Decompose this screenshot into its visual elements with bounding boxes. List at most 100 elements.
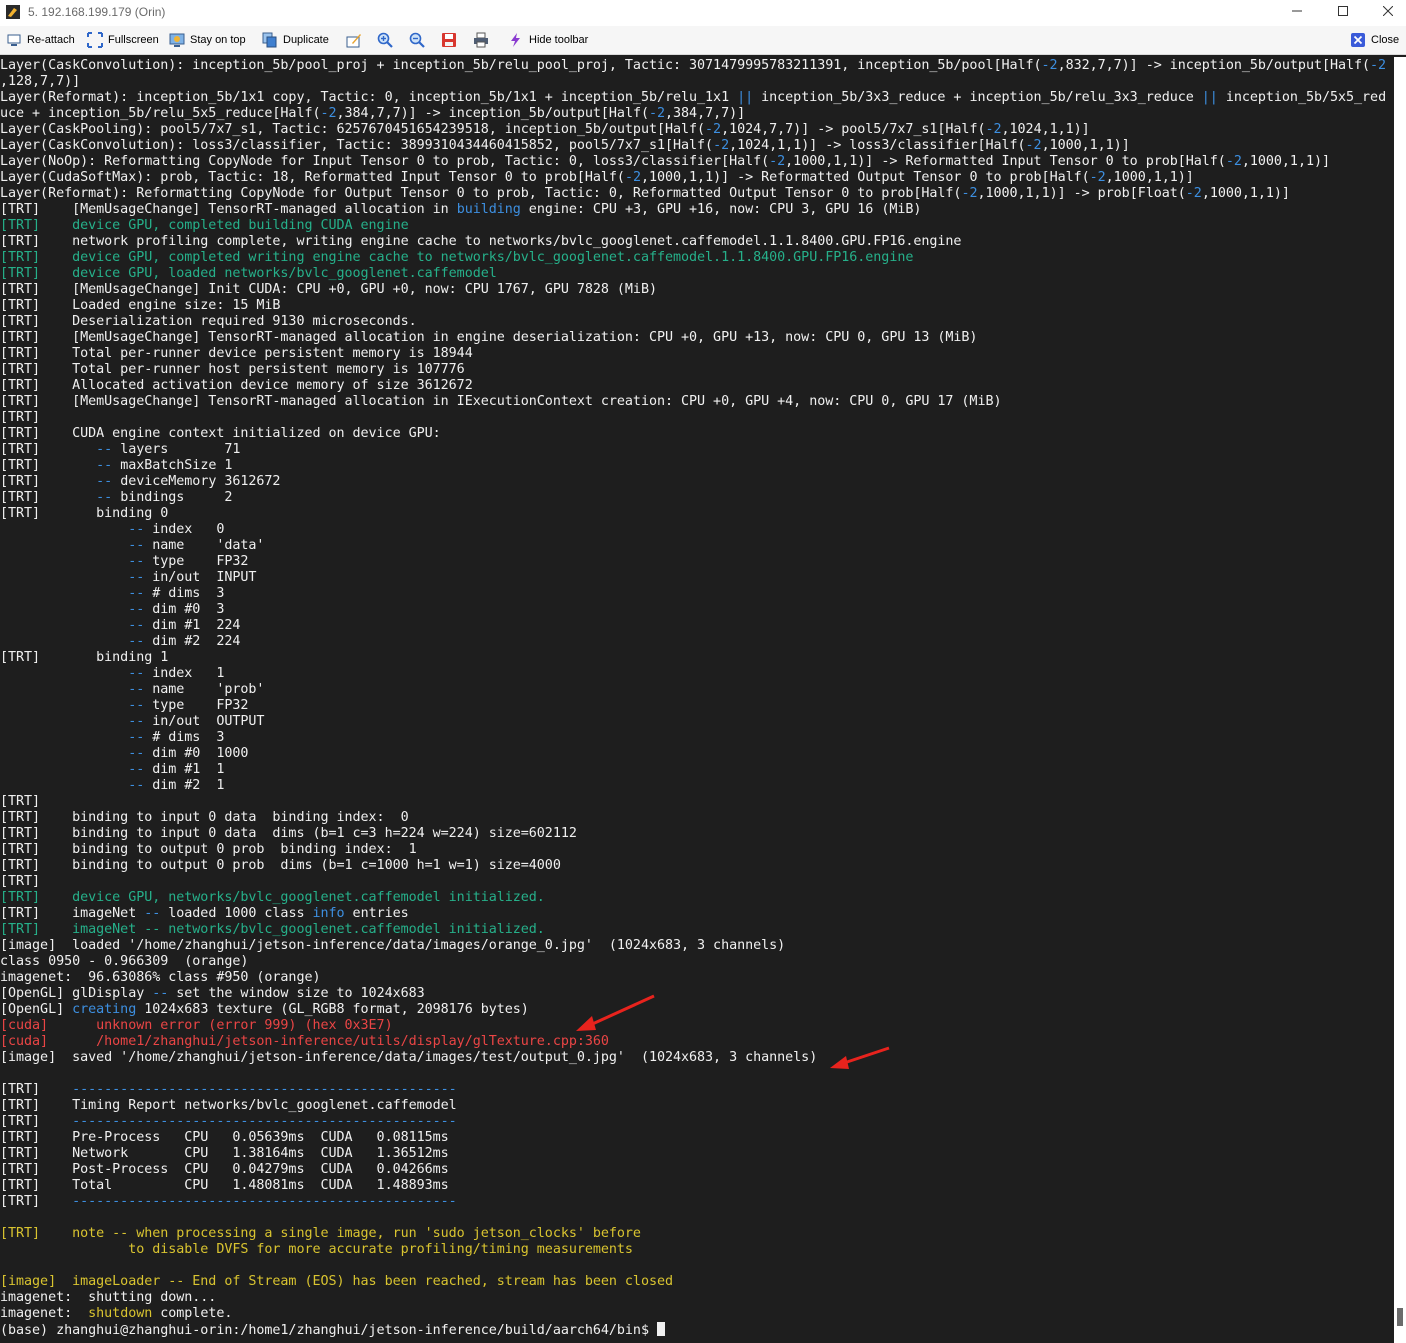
terminal-text-segment: --	[128, 714, 145, 729]
fullscreen-button[interactable]: Fullscreen	[87, 31, 159, 49]
terminal-text-segment: [TRT] Post-Process CPU 0.04279ms CUDA 0.…	[0, 1162, 449, 1177]
title-bar: 5. 192.168.199.179 (Orin)	[0, 0, 1406, 26]
terminal-text-segment: [TRT]	[0, 1114, 73, 1129]
terminal-line: [TRT] binding to output 0 prob binding i…	[0, 842, 417, 858]
toolbar: Re-attach Fullscreen Stay on top Duplica…	[0, 26, 1406, 55]
zoom-in-button[interactable]	[377, 31, 398, 49]
terminal-line: [TRT] device GPU, loaded networks/bvlc_g…	[0, 266, 497, 282]
terminal-text-segment: Layer(CudaSoftMax): prob, Tactic: 18, Re…	[0, 170, 625, 185]
terminal-text-segment: # dims 3	[144, 730, 225, 745]
save-button[interactable]	[441, 31, 462, 49]
terminal-text-segment: -2	[985, 122, 1002, 137]
terminal-line: [TRT] imageNet -- networks/bvlc_googlene…	[0, 922, 545, 938]
terminal-text-segment: [TRT]	[0, 874, 73, 889]
terminal-line: [TRT] [MemUsageChange] TensorRT-managed …	[0, 202, 921, 218]
terminal-text-segment: --	[128, 586, 145, 601]
terminal-line: [TRT] Timing Report networks/bvlc_google…	[0, 1098, 457, 1114]
terminal-text-segment: dim #2 224	[144, 634, 241, 649]
stay-on-top-icon	[169, 32, 185, 48]
terminal-text-segment: [TRT] [MemUsageChange] TensorRT-managed …	[0, 394, 1002, 409]
terminal-text-segment: [cuda] unknown error (error 999) (hex 0x…	[0, 1018, 393, 1033]
terminal-text-segment: dim #1 224	[144, 618, 241, 633]
terminal-text-segment: [cuda] /home1/zhanghui/jetson-inference/…	[0, 1034, 609, 1049]
terminal-text-segment: [image] loaded '/home/zhanghui/jetson-in…	[0, 938, 786, 953]
terminal-text-segment: layers 71	[112, 442, 241, 457]
terminal-text-segment: [TRT] Deserialization required 9130 micr…	[0, 314, 417, 329]
terminal-line: [image] saved '/home/zhanghui/jetson-inf…	[0, 1050, 817, 1066]
terminal-line: -- dim #1 224	[0, 618, 240, 634]
terminal-text-segment: inception_5b/5x5_red	[1217, 90, 1387, 105]
terminal-line: -- type FP32	[0, 554, 248, 570]
terminal-text-segment: --	[128, 554, 145, 569]
annotation-arrow-error	[576, 994, 655, 1031]
annotation-arrow-saved	[830, 1046, 890, 1069]
terminal-line: [cuda] unknown error (error 999) (hex 0x…	[0, 1018, 393, 1034]
duplicate-button[interactable]: Duplicate	[262, 31, 329, 49]
terminal-output[interactable]: Layer(CaskConvolution): inception_5b/poo…	[0, 57, 1394, 1343]
close-toolbar-button[interactable]: Close	[1350, 31, 1399, 49]
terminal-text-segment: [TRT] CUDA engine context initialized on…	[0, 426, 441, 441]
terminal-text-segment: --	[96, 490, 113, 505]
terminal-text-segment: dim #0 1000	[144, 746, 249, 761]
terminal-text-segment: type FP32	[144, 698, 249, 713]
terminal-text-segment: [TRT] imageNet -- networks/bvlc_googlene…	[0, 922, 545, 937]
window-close-button[interactable]	[1365, 0, 1406, 24]
terminal-text-segment: --	[128, 602, 145, 617]
terminal-line: Layer(Reformat): inception_5b/1x1 copy, …	[0, 90, 1386, 106]
minimize-button[interactable]	[1274, 0, 1320, 24]
terminal-text-segment: --	[128, 666, 145, 681]
terminal-line: [TRT] ----------------------------------…	[0, 1082, 457, 1098]
terminal-text-segment: index 0	[144, 522, 225, 537]
terminal-line: [TRT] Pre-Process CPU 0.05639ms CUDA 0.0…	[0, 1130, 449, 1146]
terminal-text-segment: -2	[1370, 58, 1387, 73]
terminal-text-segment: ,1024,1,1)]	[1001, 122, 1090, 137]
terminal-text-segment: --	[128, 618, 145, 633]
terminal-text-segment: 1024x683 texture (GL_RGB8 format, 209817…	[136, 1002, 529, 1017]
reattach-button[interactable]: Re-attach	[6, 31, 75, 49]
terminal-line: [TRT] ----------------------------------…	[0, 1114, 457, 1130]
terminal-text-segment: entries	[344, 906, 409, 921]
terminal-line: -- index 0	[0, 522, 224, 538]
terminal-line: -- # dims 3	[0, 730, 224, 746]
edit-button[interactable]	[346, 31, 367, 49]
zoom-out-button[interactable]	[409, 31, 430, 49]
stay-on-top-button[interactable]: Stay on top	[169, 31, 246, 49]
maximize-button[interactable]	[1320, 0, 1366, 24]
fullscreen-icon	[87, 32, 103, 48]
terminal-line: [TRT] [MemUsageChange] TensorRT-managed …	[0, 394, 1002, 410]
terminal-line: [TRT] [MemUsageChange] TensorRT-managed …	[0, 330, 978, 346]
terminal-line: [TRT] binding 0	[0, 506, 168, 522]
terminal-text-segment: [TRT]	[0, 1194, 73, 1209]
terminal-text-segment: --	[144, 906, 161, 921]
hide-toolbar-button[interactable]: Hide toolbar	[508, 31, 588, 49]
terminal-line: [TRT] binding to input 0 data dims (b=1 …	[0, 826, 577, 842]
terminal-line: -- dim #0 3	[0, 602, 224, 618]
terminal-text-segment: [TRT]	[0, 1082, 73, 1097]
terminal-line: [TRT]	[0, 794, 72, 810]
terminal-text-segment: in/out INPUT	[144, 570, 257, 585]
terminal-text-segment: --	[128, 746, 145, 761]
terminal-text-segment: [TRT]	[0, 442, 97, 457]
terminal-line: [OpenGL] glDisplay -- set the window siz…	[0, 986, 425, 1002]
terminal-text-segment: inception_5b/3x3_reduce + inception_5b/r…	[753, 90, 1202, 105]
terminal-line: [TRT] device GPU, completed writing engi…	[0, 250, 913, 266]
terminal-text-segment: [TRT]	[0, 474, 97, 489]
terminal-cursor	[656, 1322, 665, 1336]
terminal-line: Layer(CaskConvolution): loss3/classifier…	[0, 138, 1130, 154]
terminal-line: [TRT] Total per-runner device persistent…	[0, 346, 473, 362]
terminal-line: [TRT]	[0, 410, 72, 426]
terminal-text-segment: Layer(CaskConvolution): loss3/classifier…	[0, 138, 714, 153]
terminal-text-segment: [TRT] binding to input 0 data dims (b=1 …	[0, 826, 577, 841]
terminal-text-segment: ,1000,1,1)]	[1201, 186, 1290, 201]
terminal-text-segment: [TRT] Timing Report networks/bvlc_google…	[0, 1098, 457, 1113]
vertical-scrollbar[interactable]	[1394, 57, 1406, 1343]
terminal-line: -- dim #0 1000	[0, 746, 248, 762]
terminal-line: -- in/out INPUT	[0, 570, 256, 586]
terminal-text-segment: --	[128, 522, 145, 537]
scrollbar-thumb[interactable]	[1397, 1308, 1403, 1326]
print-button[interactable]	[473, 31, 494, 49]
terminal-text-segment: -2	[769, 154, 786, 169]
